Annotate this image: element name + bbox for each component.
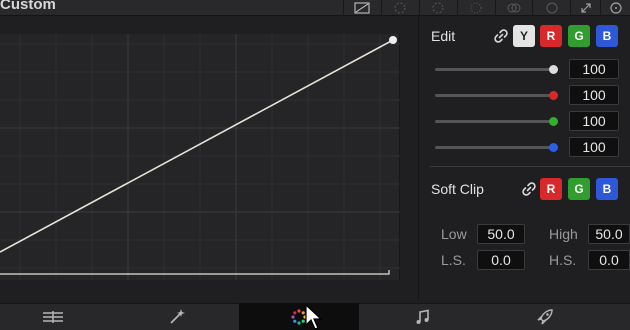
high-label: High bbox=[549, 226, 578, 242]
r-slider-knob[interactable] bbox=[549, 91, 558, 100]
channel-y-button[interactable]: Y bbox=[513, 25, 535, 47]
high-field[interactable]: 50.0 bbox=[588, 224, 630, 244]
lum-vs-sat-icon[interactable] bbox=[494, 0, 533, 16]
curve-mode-toolbar bbox=[343, 0, 630, 16]
mouse-cursor-icon bbox=[305, 304, 323, 330]
b-slider[interactable] bbox=[435, 146, 553, 149]
channel-g-button[interactable]: G bbox=[568, 25, 590, 47]
low-label: Low bbox=[441, 226, 467, 242]
ls-label: L.S. bbox=[441, 252, 466, 268]
soft-clip-label: Soft Clip bbox=[431, 181, 484, 197]
expand-icon[interactable] bbox=[570, 0, 600, 16]
channel-r-button[interactable]: R bbox=[540, 25, 562, 47]
ls-field[interactable]: 0.0 bbox=[477, 250, 525, 270]
fairlight-tab[interactable] bbox=[370, 303, 475, 330]
hs-field[interactable]: 0.0 bbox=[588, 250, 630, 270]
g-slider[interactable] bbox=[435, 120, 553, 123]
histogram-baseline bbox=[0, 270, 390, 275]
more-icon[interactable] bbox=[600, 0, 630, 16]
b-slider-knob[interactable] bbox=[549, 143, 558, 152]
section-divider bbox=[430, 166, 630, 167]
y-value-field[interactable]: 100 bbox=[569, 59, 619, 79]
y-slider-knob[interactable] bbox=[549, 65, 558, 74]
soft-clip-link-icon[interactable] bbox=[522, 182, 538, 198]
soft-clip-r-button[interactable]: R bbox=[540, 178, 562, 200]
media-tab-icon bbox=[42, 310, 63, 323]
y-slider[interactable] bbox=[435, 68, 553, 71]
magic-wand-icon bbox=[169, 308, 185, 324]
curve-graph[interactable] bbox=[0, 34, 400, 280]
r-value-field[interactable]: 100 bbox=[569, 85, 619, 105]
edit-label: Edit bbox=[431, 28, 456, 44]
media-tab[interactable] bbox=[0, 303, 105, 330]
r-slider[interactable] bbox=[435, 94, 553, 97]
b-value-field[interactable]: 100 bbox=[569, 137, 619, 157]
link-icon[interactable] bbox=[494, 29, 510, 45]
hs-label: H.S. bbox=[549, 252, 577, 268]
g-slider-knob[interactable] bbox=[549, 117, 558, 126]
hue-vs-hue-icon[interactable] bbox=[380, 0, 419, 16]
soft-clip-b-button[interactable]: B bbox=[596, 178, 618, 200]
effects-tab[interactable] bbox=[124, 303, 229, 330]
sat-vs-sat-icon[interactable] bbox=[532, 0, 570, 16]
curve-control-point bbox=[389, 36, 397, 44]
panel-title: Custom bbox=[0, 0, 56, 13]
deliver-tab[interactable] bbox=[492, 303, 597, 330]
hue-vs-sat-icon[interactable] bbox=[418, 0, 457, 16]
channel-b-button[interactable]: B bbox=[596, 25, 618, 47]
low-field[interactable]: 50.0 bbox=[477, 224, 525, 244]
rocket-icon bbox=[537, 308, 553, 324]
g-value-field[interactable]: 100 bbox=[569, 111, 619, 131]
panel-divider bbox=[418, 16, 419, 302]
color-tab[interactable] bbox=[239, 303, 359, 330]
soft-clip-g-button[interactable]: G bbox=[568, 178, 590, 200]
curve-mode-icon[interactable] bbox=[343, 0, 381, 16]
music-note-icon bbox=[416, 309, 429, 324]
curve-editor[interactable] bbox=[0, 34, 400, 280]
hue-vs-lum-icon[interactable] bbox=[456, 0, 495, 16]
